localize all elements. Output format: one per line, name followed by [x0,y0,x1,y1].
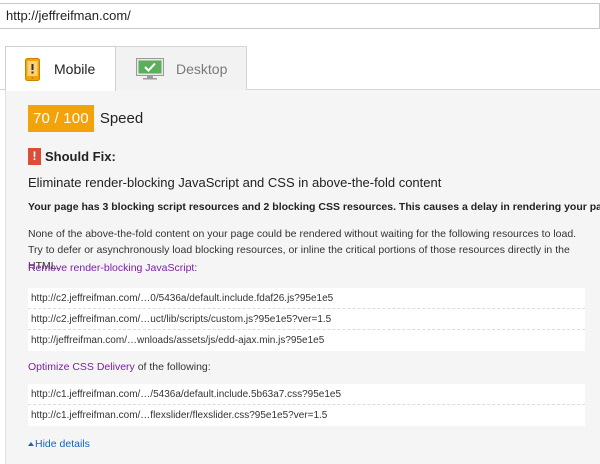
rule-summary: Your page has 3 blocking script resource… [28,201,600,213]
tab-mobile-label: Mobile [54,61,96,77]
score-badge: 70 / 100 [28,105,94,132]
caret-up-icon [28,442,34,446]
url-input[interactable]: http://jeffreifman.com/ [0,3,600,29]
remove-render-blocking-js-link[interactable]: Remove render-blocking JavaScript [28,262,194,274]
monitor-icon [136,57,164,79]
should-fix-header: ! Should Fix: [28,147,116,165]
list-item: http://jeffreifman.com/…wnloads/assets/j… [31,335,325,346]
js-section-suffix: : [194,262,198,274]
list-item: http://c1.jeffreifman.com/…flexslider/fl… [31,410,328,421]
css-url-list: http://c1.jeffreifman.com/…/5436a/defaul… [28,384,585,426]
css-section-heading: Optimize CSS Delivery of the following: [28,361,211,373]
js-section-heading: Remove render-blocking JavaScript: [28,262,197,274]
list-item: http://c2.jeffreifman.com/…0/5436a/defau… [28,288,585,309]
tab-desktop-label: Desktop [176,60,228,77]
hide-details-link[interactable]: Hide details [28,438,90,450]
css-section-suffix: of the following: [134,361,211,373]
optimize-css-delivery-link[interactable]: Optimize CSS Delivery [28,361,135,373]
score-label: Speed [99,110,144,127]
should-fix-label: Should Fix: [45,148,116,164]
rule-title: Eliminate render-blocking JavaScript and… [28,175,442,190]
tab-mobile[interactable]: Mobile [5,46,116,91]
exclamation-icon: ! [28,147,41,165]
list-item: http://c2.jeffreifman.com/…uct/lib/scrip… [28,309,585,330]
results-panel: 70 / 100 Speed ! Should Fix: Eliminate r… [5,90,600,464]
score-row: 70 / 100 Speed [28,105,143,132]
hide-details-label: Hide details [35,438,90,450]
phone-icon [25,57,40,81]
list-item: http://c1.jeffreifman.com/…/5436a/defaul… [28,384,585,405]
device-tabs: Mobile Desktop [0,46,600,91]
tab-desktop[interactable]: Desktop [116,46,247,90]
js-url-list: http://c2.jeffreifman.com/…0/5436a/defau… [28,288,585,351]
